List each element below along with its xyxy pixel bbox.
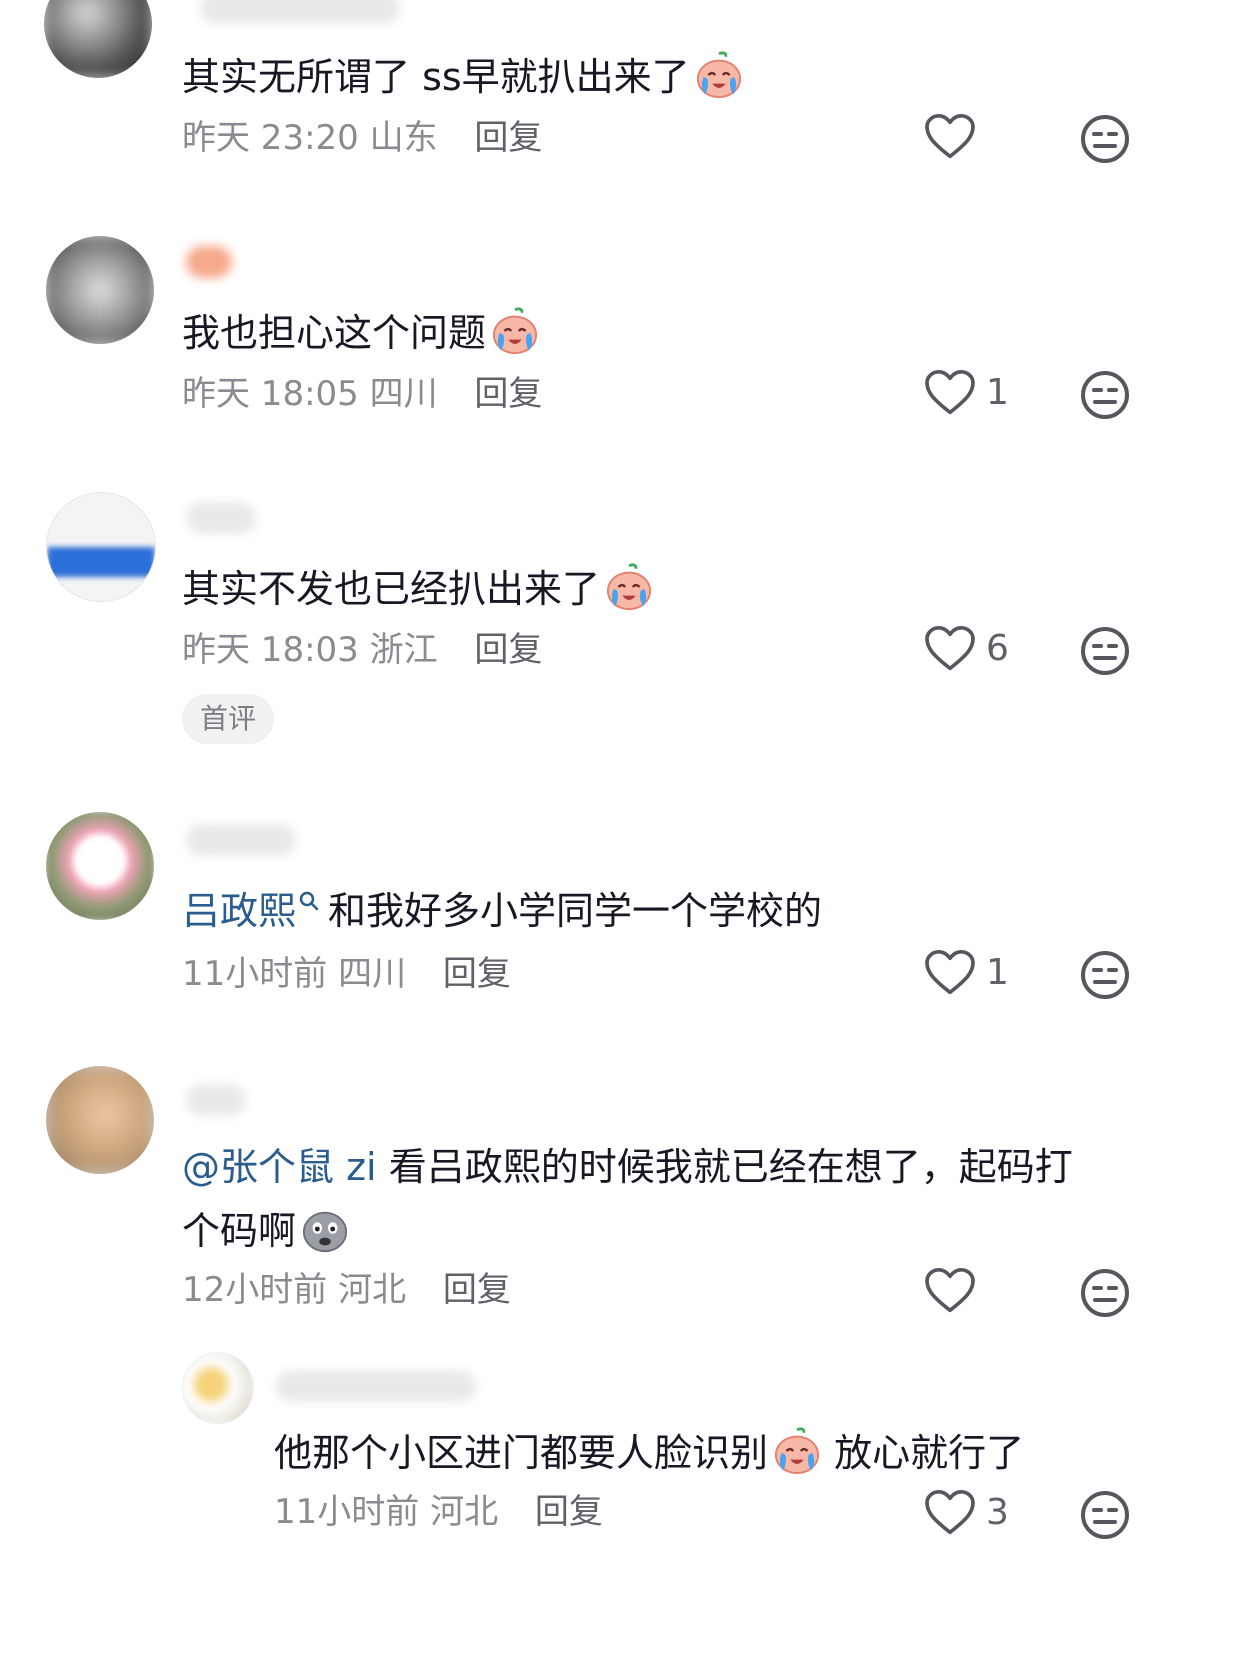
comment-time: 昨天 18:03: [182, 630, 359, 670]
comment-text: 我也担心这个问题: [182, 306, 540, 358]
crying-peach-emoji: [694, 50, 744, 100]
reply-button[interactable]: 回复: [443, 954, 511, 994]
avatar[interactable]: [46, 236, 154, 344]
comment-meta: 12小时前 河北 回复: [182, 1268, 511, 1312]
like-count: 1: [986, 952, 1009, 993]
like-button[interactable]: 1: [924, 950, 1009, 996]
comment-time: 11小时前: [274, 1492, 420, 1532]
reply-button[interactable]: 回复: [474, 374, 542, 414]
like-button[interactable]: [924, 1268, 986, 1314]
heart-outline-icon: [924, 1268, 976, 1314]
like-count: 3: [986, 1492, 1009, 1533]
comment-time: 昨天 23:20: [182, 118, 359, 158]
like-button[interactable]: 6: [924, 626, 1009, 672]
avatar[interactable]: [46, 1066, 154, 1174]
comment-text: 他那个小区进门都要人脸识别 放心就行了: [274, 1426, 1024, 1478]
neutral-face-icon[interactable]: [1080, 1490, 1130, 1540]
avatar[interactable]: [182, 1352, 254, 1424]
comment-meta: 11小时前 河北 回复: [274, 1490, 603, 1534]
comment-location: 河北: [338, 1270, 407, 1310]
mention-link[interactable]: @张个鼠 zi: [182, 1145, 377, 1189]
comment-meta: 昨天 18:03 浙江 回复: [182, 628, 542, 672]
comment-text: @张个鼠 zi 看吕政熙的时候我就已经在想了，起码打: [182, 1145, 1073, 1189]
crying-peach-emoji: [604, 562, 654, 612]
comment-meta: 11小时前 四川 回复: [182, 952, 511, 996]
neutral-face-icon[interactable]: [1080, 1268, 1130, 1318]
username[interactable]: [186, 502, 256, 534]
comment-location: 浙江: [369, 630, 438, 670]
comment-text: 吕政熙 和我好多小学同学一个学校的: [182, 889, 823, 933]
comment-location: 四川: [338, 954, 407, 994]
username[interactable]: [276, 1370, 476, 1402]
username[interactable]: [186, 246, 232, 278]
crying-peach-emoji: [490, 306, 540, 356]
comment-meta: 昨天 23:20 山东 回复: [182, 116, 542, 160]
username[interactable]: [186, 1084, 246, 1116]
username[interactable]: [186, 824, 296, 856]
avatar[interactable]: [46, 492, 156, 602]
heart-outline-icon: [924, 626, 976, 672]
comment-time: 昨天 18:05: [182, 374, 359, 414]
username[interactable]: [200, 0, 400, 24]
worried-face-emoji: [300, 1204, 350, 1254]
like-button[interactable]: 3: [924, 1490, 1009, 1536]
search-icon[interactable]: [298, 890, 320, 912]
avatar[interactable]: [46, 812, 154, 920]
neutral-face-icon[interactable]: [1080, 626, 1130, 676]
comment-text: 其实不发也已经扒出来了: [182, 562, 654, 614]
reply-button[interactable]: 回复: [535, 1492, 603, 1532]
comment-text: 其实无所谓了 ss早就扒出来了: [182, 50, 744, 102]
mention-link[interactable]: 吕政熙: [182, 889, 296, 933]
like-count: 6: [986, 628, 1009, 669]
heart-outline-icon: [924, 114, 976, 160]
neutral-face-icon[interactable]: [1080, 370, 1130, 420]
reply-button[interactable]: 回复: [474, 118, 542, 158]
avatar[interactable]: [44, 0, 152, 78]
comment-location: 四川: [369, 374, 438, 414]
like-count: 1: [986, 372, 1009, 413]
comment-location: 河北: [430, 1492, 499, 1532]
comment-meta: 昨天 18:05 四川 回复: [182, 372, 542, 416]
heart-outline-icon: [924, 950, 976, 996]
crying-peach-emoji: [772, 1426, 822, 1476]
comment-time: 12小时前: [182, 1270, 328, 1310]
first-comment-badge: 首评: [182, 694, 275, 744]
comment-location: 山东: [369, 118, 438, 158]
neutral-face-icon[interactable]: [1080, 950, 1130, 1000]
comment-time: 11小时前: [182, 954, 328, 994]
reply-button[interactable]: 回复: [443, 1270, 511, 1310]
comment-text-continued: 个码啊: [182, 1204, 350, 1256]
heart-outline-icon: [924, 370, 976, 416]
like-button[interactable]: [924, 114, 986, 160]
heart-outline-icon: [924, 1490, 976, 1536]
neutral-face-icon[interactable]: [1080, 114, 1130, 164]
reply-button[interactable]: 回复: [474, 630, 542, 670]
like-button[interactable]: 1: [924, 370, 1009, 416]
